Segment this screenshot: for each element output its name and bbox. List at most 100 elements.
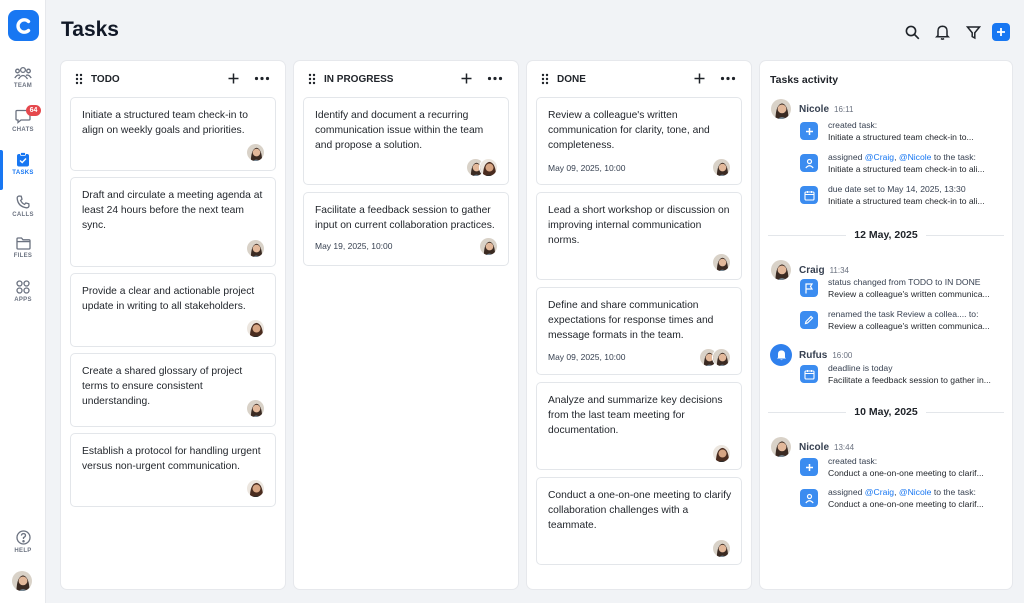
activity-time: 13:44 bbox=[834, 442, 855, 452]
assignee-avatars bbox=[479, 237, 498, 256]
task-card-text: Define and share communication expectati… bbox=[548, 300, 714, 341]
sidebar-item-label: CALLS bbox=[12, 212, 34, 218]
add-card-icon[interactable] bbox=[227, 72, 240, 85]
more-options-icon[interactable] bbox=[487, 72, 503, 85]
activity-action-text: assigned bbox=[828, 487, 865, 497]
activity-user: Nicole 13:44 bbox=[770, 436, 854, 458]
mention-nicole[interactable]: @Nicole bbox=[899, 487, 932, 497]
app-logo[interactable] bbox=[8, 10, 39, 41]
task-card[interactable]: Facilitate a feedback session to gather … bbox=[303, 192, 509, 266]
sidebar-item-tasks[interactable]: TASKS bbox=[0, 150, 46, 190]
activity-action: renamed the task Review a collea.... to: bbox=[828, 309, 979, 319]
phone-icon bbox=[16, 195, 30, 209]
column-title: DONE bbox=[557, 74, 586, 85]
column-done: DONE Review a colleague's written commun… bbox=[527, 61, 751, 589]
activity-action: assigned @Craig, @Nicole to the task: bbox=[828, 152, 1003, 162]
activity-action: due date set to May 14, 2025, 13:30 bbox=[828, 184, 966, 194]
avatar bbox=[479, 237, 498, 256]
task-card-text: Facilitate a feedback session to gather … bbox=[315, 205, 495, 231]
plus-icon bbox=[997, 28, 1005, 36]
sidebar-item-label: FILES bbox=[13, 253, 33, 259]
logo-c-icon bbox=[15, 17, 30, 34]
task-card[interactable]: Review a colleague's written communicati… bbox=[536, 97, 742, 185]
task-card[interactable]: Lead a short workshop or discussion on i… bbox=[536, 192, 742, 280]
activity-user-name: Nicole bbox=[799, 441, 830, 453]
assignee-avatars bbox=[246, 239, 265, 258]
add-card-icon[interactable] bbox=[460, 72, 473, 85]
assignee-avatars bbox=[712, 444, 731, 463]
task-card[interactable]: Analyze and summarize key decisions from… bbox=[536, 382, 742, 470]
search-button[interactable] bbox=[903, 23, 921, 41]
activity-action-text: to the task: bbox=[931, 487, 976, 497]
avatar bbox=[246, 239, 265, 258]
task-card[interactable]: Draft and circulate a meeting agenda at … bbox=[70, 177, 276, 267]
activity-entry[interactable]: created task: Conduct a one-on-one meeti… bbox=[800, 456, 1008, 482]
filter-button[interactable] bbox=[964, 23, 982, 41]
task-card-text: Draft and circulate a meeting agenda at … bbox=[82, 190, 263, 231]
task-card-text: Conduct a one-on-one meeting to clarify … bbox=[548, 490, 732, 531]
assignee-avatars bbox=[246, 143, 265, 162]
more-options-icon[interactable] bbox=[720, 72, 736, 85]
task-due-date: May 09, 2025, 10:00 bbox=[548, 163, 626, 173]
mention-craig[interactable]: @Craig bbox=[865, 152, 894, 162]
task-card[interactable]: Conduct a one-on-one meeting to clarify … bbox=[536, 477, 742, 565]
activity-task-name: Initiate a structured team check-in to a… bbox=[828, 164, 985, 174]
activity-entry[interactable]: status changed from TODO to IN DONE Revi… bbox=[800, 277, 1008, 303]
task-card-text: Create a shared glossary of project term… bbox=[82, 366, 243, 407]
notifications-button[interactable] bbox=[933, 23, 951, 41]
avatar bbox=[770, 259, 792, 281]
activity-entry[interactable]: deadline is today Facilitate a feedback … bbox=[800, 363, 1008, 389]
sidebar-item-calls[interactable]: CALLS bbox=[0, 195, 46, 231]
activity-entry[interactable]: assigned @Craig, @Nicole to the task: Co… bbox=[800, 487, 1008, 513]
activity-entry[interactable]: created task: Initiate a structured team… bbox=[800, 120, 1008, 146]
avatar bbox=[479, 158, 498, 177]
avatar bbox=[246, 143, 265, 162]
flag-icon bbox=[800, 279, 818, 297]
activity-user-name: Rufus bbox=[799, 349, 828, 361]
activity-title: Tasks activity bbox=[770, 74, 839, 86]
sidebar-item-label: TASKS bbox=[12, 170, 34, 176]
activity-task-name: Facilitate a feedback session to gather … bbox=[828, 375, 991, 385]
drag-handle-icon[interactable] bbox=[75, 73, 83, 85]
activity-task-name: Initiate a structured team check-in to..… bbox=[828, 132, 974, 142]
date-divider: 10 May, 2025 bbox=[768, 406, 1004, 418]
task-card[interactable]: Create a shared glossary of project term… bbox=[70, 353, 276, 427]
folder-icon bbox=[15, 237, 31, 250]
drag-handle-icon[interactable] bbox=[308, 73, 316, 85]
activity-entry[interactable]: assigned @Craig, @Nicole to the task: In… bbox=[800, 152, 1008, 178]
column-header: DONE bbox=[527, 61, 751, 97]
task-card-text: Lead a short workshop or discussion on i… bbox=[548, 205, 730, 246]
sidebar-item-chats[interactable]: 64 CHATS bbox=[0, 105, 46, 145]
avatar bbox=[712, 158, 731, 177]
more-options-icon[interactable] bbox=[254, 72, 270, 85]
activity-task-name: Conduct a one-on-one meeting to clarif..… bbox=[828, 499, 984, 509]
activity-task-name: Review a colleague's written communica..… bbox=[828, 289, 990, 299]
activity-entry[interactable]: due date set to May 14, 2025, 13:30 Init… bbox=[800, 184, 1008, 210]
sidebar-item-files[interactable]: FILES bbox=[0, 237, 46, 273]
sidebar-item-help[interactable]: HELP bbox=[0, 530, 46, 566]
task-card[interactable]: Initiate a structured team check-in to a… bbox=[70, 97, 276, 171]
assignee-avatars bbox=[712, 539, 731, 558]
assignee-avatars bbox=[246, 319, 265, 338]
bell-icon bbox=[776, 350, 786, 361]
task-card[interactable]: Provide a clear and actionable project u… bbox=[70, 273, 276, 347]
current-user-avatar[interactable] bbox=[11, 570, 33, 592]
sidebar-item-label: HELP bbox=[14, 548, 32, 554]
activity-time: 16:11 bbox=[834, 104, 854, 114]
drag-handle-icon[interactable] bbox=[541, 73, 549, 85]
add-task-button[interactable] bbox=[992, 23, 1010, 41]
task-card[interactable]: Identify and document a recurring commun… bbox=[303, 97, 509, 185]
task-card[interactable]: Define and share communication expectati… bbox=[536, 287, 742, 375]
activity-action: deadline is today bbox=[828, 363, 893, 373]
sidebar-item-apps[interactable]: APPS bbox=[0, 280, 46, 316]
mention-craig[interactable]: @Craig bbox=[865, 487, 894, 497]
add-card-icon[interactable] bbox=[693, 72, 706, 85]
activity-entry[interactable]: renamed the task Review a collea.... to:… bbox=[800, 309, 1008, 335]
mention-nicole[interactable]: @Nicole bbox=[899, 152, 932, 162]
column-header: TODO bbox=[61, 61, 285, 97]
assignee-avatars bbox=[712, 158, 731, 177]
activity-action-text: to the task: bbox=[931, 152, 976, 162]
assignee-avatars bbox=[466, 158, 498, 177]
sidebar-item-team[interactable]: TEAM bbox=[0, 66, 46, 102]
task-card[interactable]: Establish a protocol for handling urgent… bbox=[70, 433, 276, 507]
